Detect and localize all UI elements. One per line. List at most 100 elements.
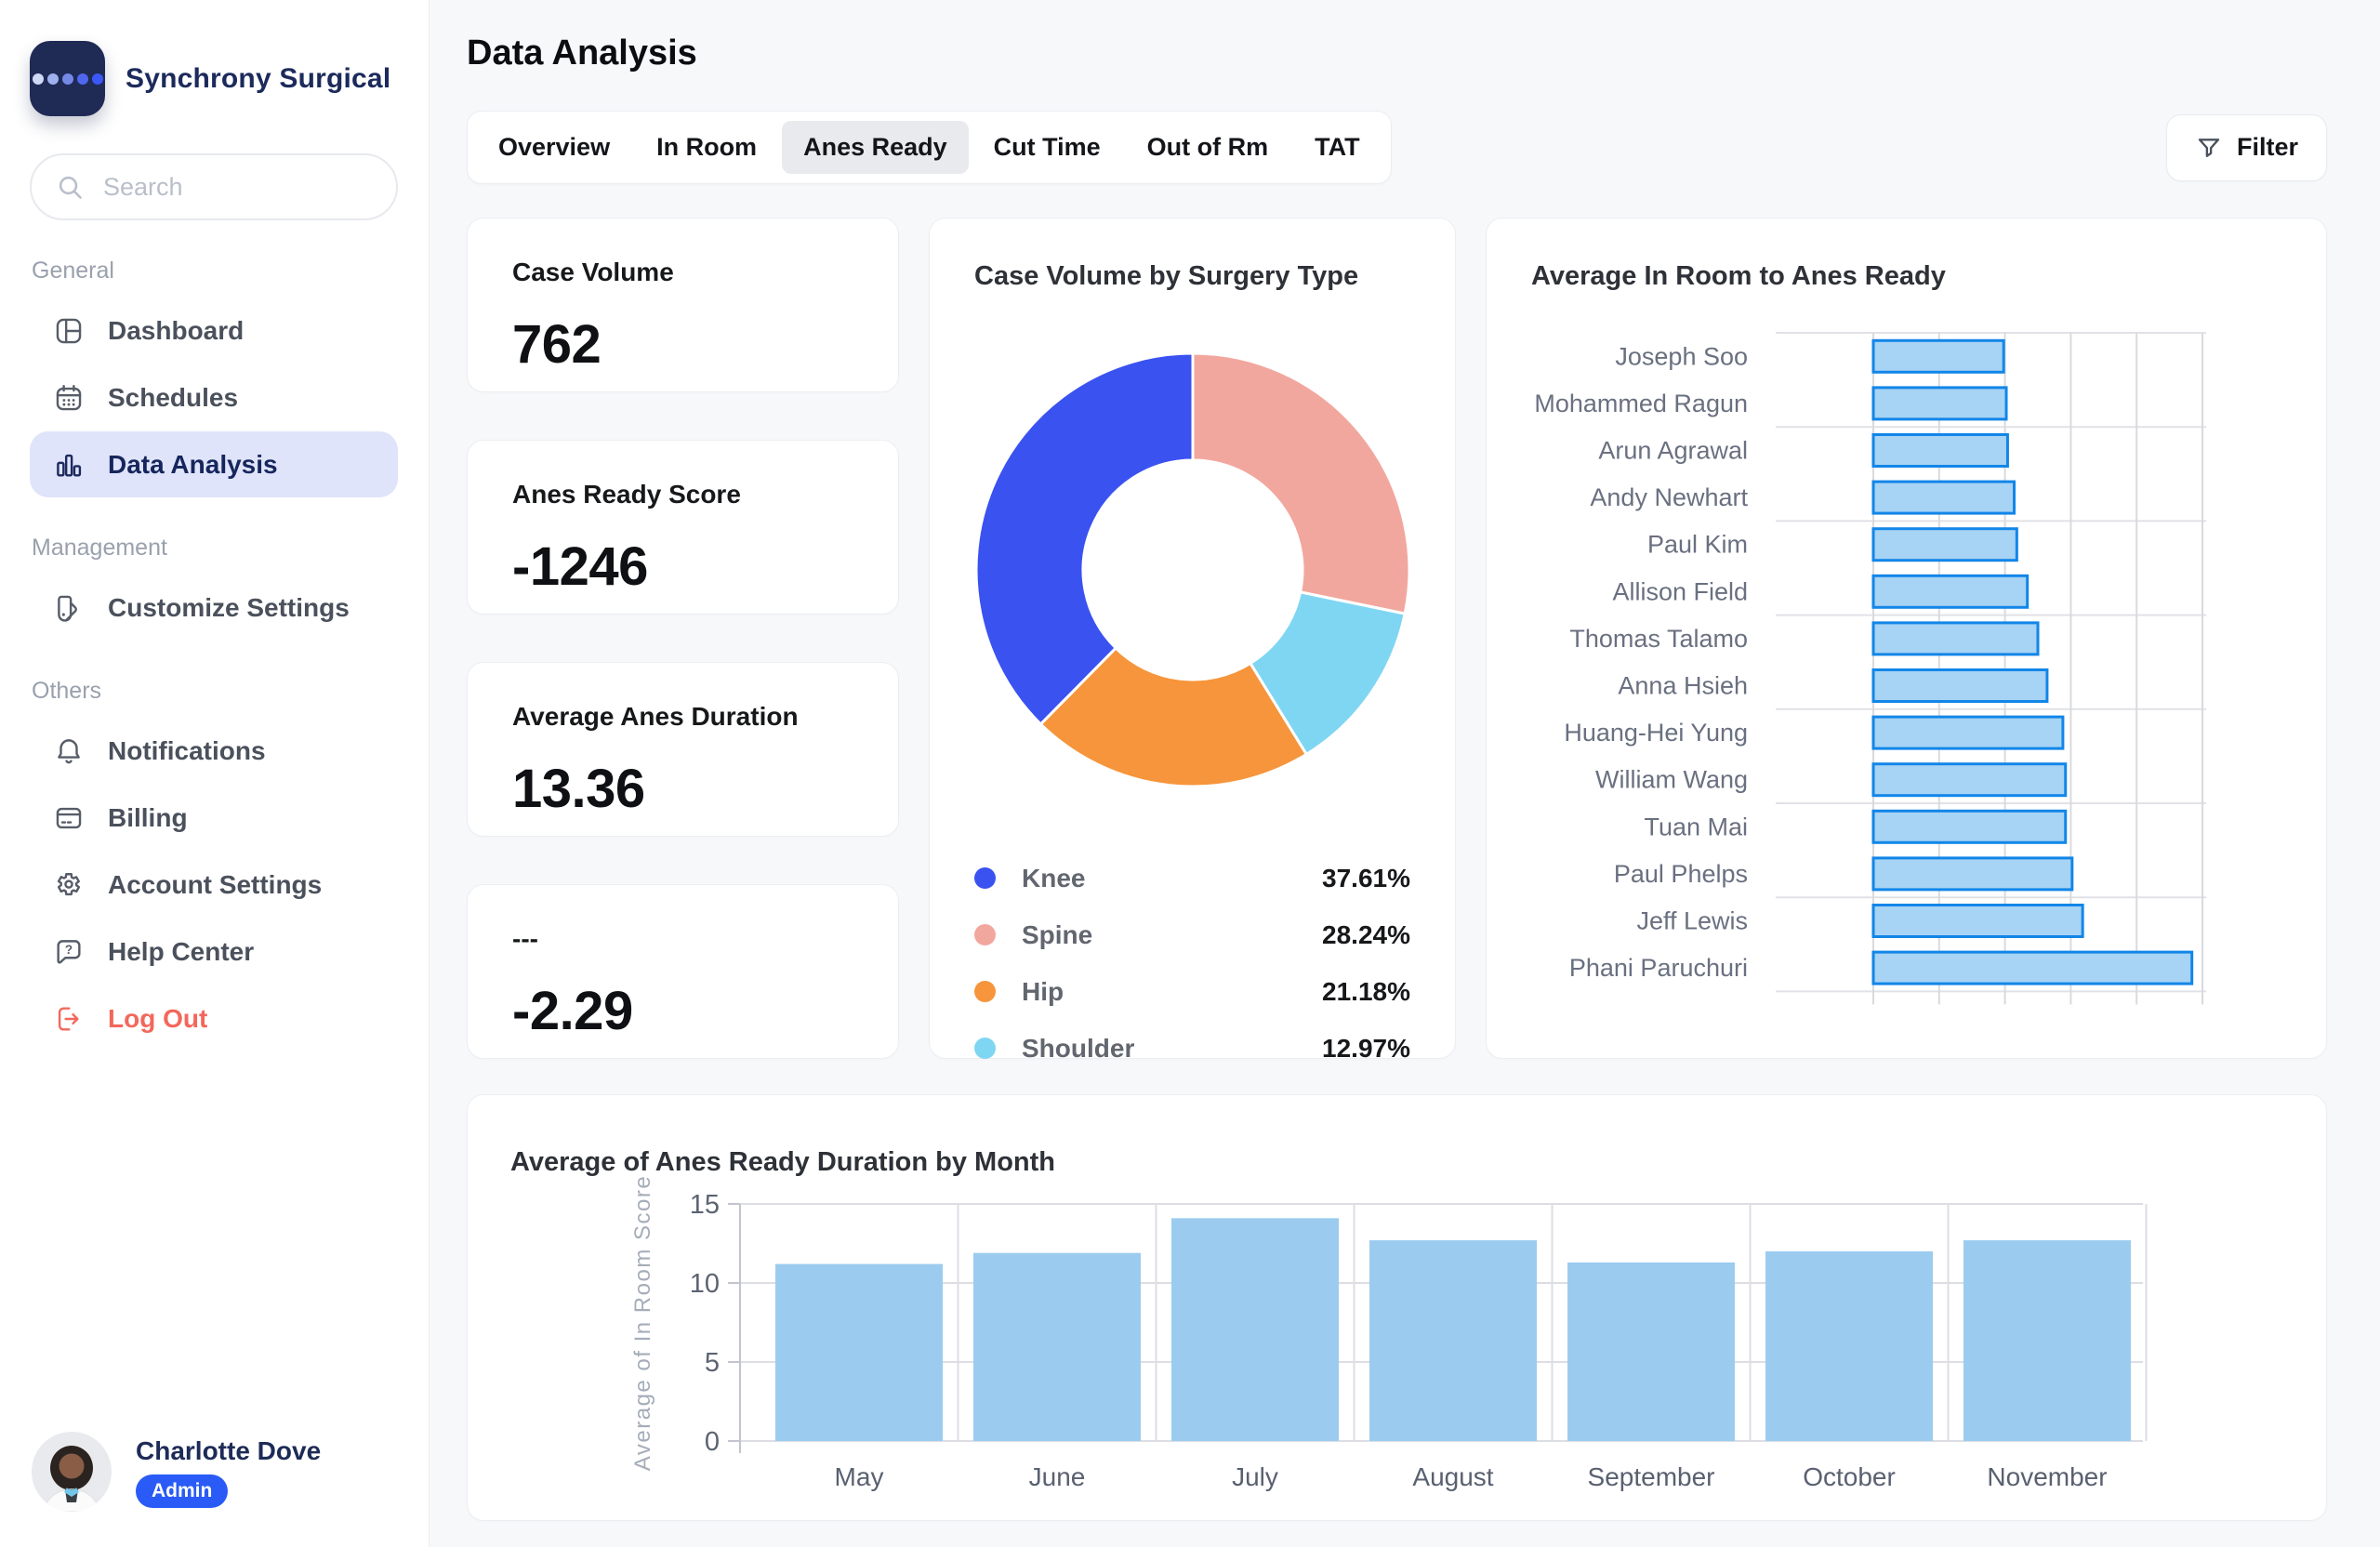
sidebar-item-schedules[interactable]: Schedules — [30, 364, 398, 430]
donut-chart-card: Case Volume by Surgery Type Knee 37.61% Sp… — [929, 218, 1456, 1063]
legend-label: Shoulder — [1022, 1033, 1135, 1063]
sidebar-item-billing[interactable]: Billing — [30, 785, 398, 851]
sidebar-item-label: Dashboard — [108, 315, 245, 345]
tab-in-room[interactable]: In Room — [635, 121, 778, 174]
sidebar-item-customize-settings[interactable]: Customize Settings — [30, 575, 398, 641]
user-profile[interactable]: Charlotte Dove Admin — [32, 1432, 321, 1512]
hbar-category-label: Jeff Lewis — [1636, 907, 1748, 935]
sidebar: Synchrony Surgical General Dashboard Sched… — [0, 0, 430, 1547]
legend-value: 28.24% — [1322, 919, 1410, 949]
nav-section-label-general: General — [32, 258, 114, 284]
role-badge: Admin — [136, 1474, 229, 1508]
mbar-july — [1171, 1218, 1339, 1441]
search-icon — [59, 176, 82, 199]
tab-anes-ready[interactable]: Anes Ready — [782, 121, 969, 174]
sidebar-item-account-settings[interactable]: Account Settings — [30, 852, 398, 918]
donut-slice-spine — [1191, 351, 1411, 615]
hbar-category-label: Paul Phelps — [1614, 860, 1748, 888]
nav-section-label-management: Management — [32, 535, 167, 561]
toolbar: Overview In Room Anes Ready Cut Time Out of … — [467, 111, 2327, 184]
hbar-category-label: Allison Field — [1612, 577, 1748, 605]
hbar-category-label: Anna Hsieh — [1618, 672, 1748, 700]
search-input[interactable] — [101, 171, 372, 203]
hbar-chart-title: Average In Room to Anes Ready — [1531, 261, 1946, 291]
legend-label: Hip — [1022, 976, 1064, 1006]
mbar-category-label: September — [1588, 1462, 1715, 1491]
mbar-may — [775, 1263, 943, 1441]
sidebar-item-label: Log Out — [108, 1003, 208, 1033]
nav-section-label-others: Others — [32, 678, 102, 704]
legend-label: Spine — [1022, 919, 1093, 949]
legend-item-shoulder: Shoulder 12.97% — [974, 1020, 1410, 1077]
hbar-thomas-talamo — [1871, 621, 2040, 656]
mbar-y-tick: 5 — [705, 1348, 720, 1378]
hbar-andy-newhart — [1871, 480, 2016, 515]
legend-dot-icon — [974, 1038, 996, 1059]
donut-legend: Knee 37.61% Spine 28.24% Hip 21.18% Shoulder 12… — [974, 850, 1410, 1077]
mbar-y-tick: 15 — [690, 1190, 720, 1220]
sidebar-item-label: Notifications — [108, 735, 266, 765]
sidebar-item-log-out[interactable]: Log Out — [30, 985, 398, 1051]
mbar-category-label: October — [1803, 1462, 1896, 1491]
hbar-huang-hei-yung — [1871, 715, 2065, 750]
brand-name: Synchrony Surgical — [126, 62, 391, 94]
help-center-icon: ? — [52, 935, 86, 969]
donut-chart — [974, 351, 1411, 788]
hbar-paul-kim — [1871, 527, 2018, 562]
stat-label: Anes Ready Score — [512, 480, 741, 509]
legend-item-knee: Knee 37.61% — [974, 850, 1410, 906]
notifications-icon — [52, 734, 86, 768]
hbar-paul-phelps — [1871, 856, 2074, 892]
legend-dot-icon — [974, 924, 996, 945]
hbar-category-label: Tuan Mai — [1644, 813, 1748, 840]
legend-value: 12.97% — [1322, 1033, 1410, 1063]
tab-out-of-rm[interactable]: Out of Rm — [1126, 121, 1289, 174]
mbar-y-tick: 0 — [705, 1427, 720, 1457]
stat-card-case-volume: Case Volume 762 — [467, 218, 899, 392]
filter-button[interactable]: Filter — [2165, 113, 2327, 181]
stat-value: 762 — [512, 314, 602, 375]
sidebar-item-notifications[interactable]: Notifications — [30, 718, 398, 784]
account-settings-icon — [52, 868, 86, 902]
tab-tat[interactable]: TAT — [1293, 121, 1381, 174]
hbar-anna-hsieh — [1871, 668, 2049, 703]
hbar-tuan-mai — [1871, 809, 2068, 844]
hbar-mohammed-ragun — [1871, 386, 2008, 421]
mbar-september — [1567, 1262, 1735, 1441]
legend-dot-icon — [974, 981, 996, 1002]
sidebar-item-label: Billing — [108, 802, 188, 832]
sidebar-item-dashboard[interactable]: Dashboard — [30, 298, 398, 364]
mbar-category-label: July — [1232, 1462, 1278, 1491]
tab-cut-time[interactable]: Cut Time — [972, 121, 1122, 174]
billing-icon — [52, 801, 86, 835]
mbar-category-label: November — [1987, 1462, 2107, 1491]
mbar-november — [1964, 1240, 2131, 1441]
sidebar-nav: General Dashboard Schedules Data Analysis Ma… — [30, 258, 398, 1051]
hbar-chart-card: Average In Room to Anes Ready Joseph Soo… — [1486, 218, 2327, 1059]
hbar-phani-paruchuri — [1871, 950, 2194, 985]
sidebar-item-help-center[interactable]: ? Help Center — [30, 919, 398, 985]
hbar-allison-field — [1871, 574, 2030, 609]
sidebar-item-data-analysis[interactable]: Data Analysis — [30, 431, 398, 497]
schedules-icon — [52, 381, 86, 415]
hbar-category-label: Thomas Talamo — [1569, 625, 1748, 653]
hbar-category-label: Joseph Soo — [1615, 342, 1748, 370]
legend-value: 37.61% — [1322, 863, 1410, 892]
customize-settings-icon — [52, 591, 86, 625]
page-title: Data Analysis — [467, 33, 697, 73]
user-name: Charlotte Dove — [136, 1435, 322, 1465]
mbar-june — [973, 1252, 1141, 1441]
stat-value: -2.29 — [512, 981, 633, 1041]
tab-bar: Overview In Room Anes Ready Cut Time Out of … — [467, 111, 1392, 184]
sidebar-item-label: Account Settings — [108, 869, 323, 899]
mbar-category-label: August — [1412, 1462, 1493, 1491]
stat-label: Case Volume — [512, 258, 674, 286]
search-box[interactable] — [30, 153, 398, 220]
tab-overview[interactable]: Overview — [477, 121, 631, 174]
horizontal-bar-chart: Joseph Soo Mohammed Ragun Arun Agrawal Andy… — [1534, 332, 2206, 1055]
app-logo-icon — [30, 41, 105, 116]
brand: Synchrony Surgical — [30, 41, 398, 116]
dashboard-icon — [52, 314, 86, 348]
sidebar-item-label: Help Center — [108, 936, 255, 966]
mbar-category-label: May — [835, 1462, 884, 1491]
